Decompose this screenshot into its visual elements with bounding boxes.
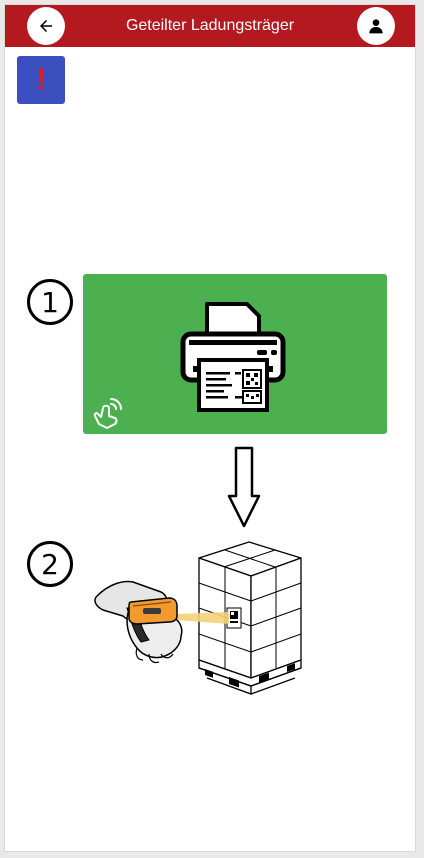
printer-icon xyxy=(180,302,286,412)
print-label-button[interactable] xyxy=(83,274,387,434)
step-number-1: 1 xyxy=(27,279,73,325)
user-icon xyxy=(369,19,383,34)
back-button[interactable] xyxy=(27,7,65,45)
tap-gesture-icon xyxy=(93,398,122,429)
app-frame: Geteilter Ladungsträger ! 1 2 xyxy=(4,4,416,852)
exclamation-icon: ! xyxy=(36,63,46,96)
ring-scanner-icon xyxy=(94,541,302,695)
arrow-left-icon xyxy=(40,20,52,32)
down-arrow-icon xyxy=(227,446,261,528)
step-number-2: 2 xyxy=(27,541,73,587)
user-button[interactable] xyxy=(357,7,395,45)
alert-button[interactable]: ! xyxy=(17,56,65,104)
page-title: Geteilter Ladungsträger xyxy=(125,17,295,34)
app-bar: Geteilter Ladungsträger xyxy=(5,5,415,47)
